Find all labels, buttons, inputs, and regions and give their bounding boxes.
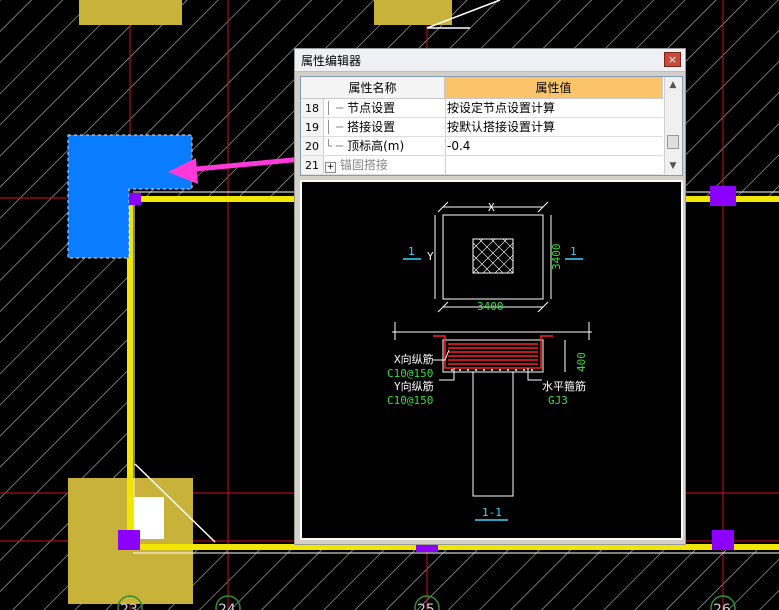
rebar-lines [433,335,553,369]
property-editor-dialog[interactable]: 属性编辑器 × 属性名称 属性值 18 │ ─ 节点设置 按设定节点设置计算 1… [294,48,686,545]
column-top-mid[interactable] [374,0,452,25]
x-rebar-spec: C10@150 [387,367,433,380]
scroll-thumb[interactable] [667,135,679,149]
axis-label: 24 [218,602,236,610]
property-name: │ ─ 搭接设置 [325,118,446,136]
axis-label: 26 [713,602,731,610]
x-rebar-leader [433,349,450,361]
plan-x-label: X [488,201,495,214]
axis-label: 23 [120,602,138,610]
plan-height-dim: 3400 [550,244,563,271]
table-row[interactable]: 19 │ ─ 搭接设置 按默认搭接设置计算 [301,118,663,137]
table-row[interactable]: 20 └ ─ 顶标高(m) -0.4 [301,137,663,156]
plan-outline [442,214,544,300]
stirrup-leader [527,368,542,381]
x-rebar-label: X向纵筋 [394,352,434,366]
expand-icon[interactable]: + [325,162,336,173]
property-value[interactable]: 按默认搭接设置计算 [447,118,661,136]
table-row[interactable]: 21 + 锚固搭接 [301,156,663,175]
property-grid[interactable]: 属性名称 属性值 18 │ ─ 节点设置 按设定节点设置计算 19 │ ─ 搭接… [300,76,683,176]
depth-dim: 400 [575,352,588,372]
node-marker[interactable] [416,544,438,552]
node-marker[interactable] [712,530,734,550]
plan-column-hatch [472,238,514,274]
axis-label: 25 [417,602,435,610]
column-stub [472,371,514,497]
scroll-down-icon[interactable]: ▼ [666,159,680,173]
row-number: 21 [301,156,324,174]
property-value[interactable]: 按设定节点设置计算 [447,99,661,117]
section-mark-right: 1 [570,245,577,258]
vertical-scrollbar[interactable]: ▲ ▼ [664,77,682,175]
property-value[interactable] [447,156,661,174]
close-icon: × [667,53,678,66]
section-title: 1-1 [482,506,502,519]
property-name: └ ─ 顶标高(m) [325,137,446,155]
property-name: + 锚固搭接 [325,156,446,174]
node-marker[interactable] [710,186,736,206]
dialog-title: 属性编辑器 [301,54,362,68]
dialog-titlebar[interactable]: 属性编辑器 × [295,49,685,72]
y-rebar-spec: C10@150 [387,394,433,407]
row-number: 18 [301,99,324,117]
property-name: │ ─ 节点设置 [325,99,446,117]
column-header-value[interactable]: 属性值 [445,77,663,99]
plan-width-dim: 3400 [477,300,504,313]
property-value-input[interactable]: -0.4 [447,137,661,155]
node-marker[interactable] [118,530,140,550]
stirrup-spec: GJ3 [548,394,568,407]
column-header-name[interactable]: 属性名称 [301,77,445,99]
section-preview: X Y 3400 3400 1 1 400 X向纵筋 C10@150 Y向纵筋 … [300,180,683,540]
stirrup-label: 水平箍筋 [542,379,586,393]
node-marker[interactable] [129,193,141,205]
rebar-dots [451,369,533,371]
row-number: 20 [301,137,324,155]
y-rebar-label: Y向纵筋 [394,379,434,393]
row-number: 19 [301,118,324,136]
section-mark-left: 1 [408,245,415,258]
plan-y-label: Y [427,250,434,263]
close-button[interactable]: × [664,52,681,67]
table-row[interactable]: 18 │ ─ 节点设置 按设定节点设置计算 [301,99,663,118]
cross-hatch [472,238,514,274]
scroll-up-icon[interactable]: ▲ [666,78,680,92]
column-top-left[interactable] [79,0,182,25]
